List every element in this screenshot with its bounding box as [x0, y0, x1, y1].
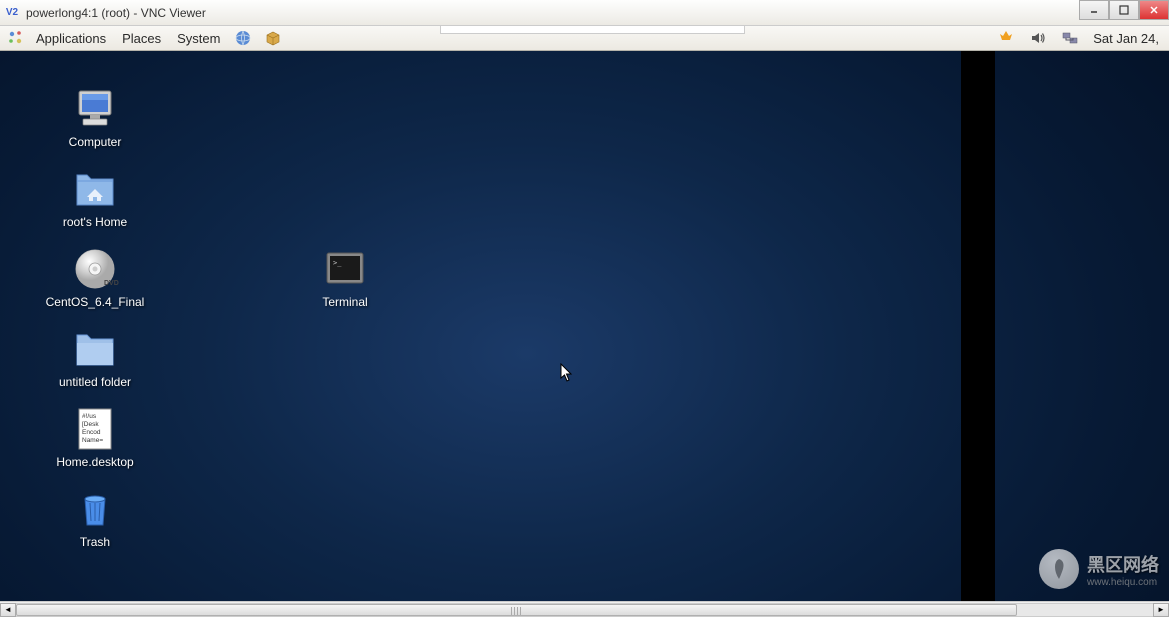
desktop-icon-home-desktop[interactable]: #!/us [Desk Encod Name= Home.desktop	[40, 401, 150, 473]
icon-label: Computer	[69, 135, 122, 149]
home-folder-icon	[71, 165, 119, 213]
dvd-icon: DVD	[71, 245, 119, 293]
black-strip	[961, 51, 995, 601]
svg-text:[Desk: [Desk	[82, 421, 99, 428]
applications-menu[interactable]: Applications	[30, 28, 112, 49]
desktop-icon-terminal[interactable]: >_ Terminal	[290, 241, 400, 313]
svg-text:>_: >_	[333, 259, 342, 267]
gnome-foot-icon[interactable]	[6, 28, 26, 48]
icon-label: CentOS_6.4_Final	[46, 295, 145, 309]
scroll-thumb[interactable]	[16, 604, 1017, 616]
system-menu[interactable]: System	[171, 28, 226, 49]
computer-icon	[71, 85, 119, 133]
watermark-url: www.heiqu.com	[1087, 577, 1159, 588]
desktop-icon-computer[interactable]: Computer	[40, 81, 150, 153]
horizontal-scrollbar[interactable]: ◄ ►	[0, 601, 1169, 617]
icon-label: root's Home	[63, 215, 127, 229]
svg-text:Name=: Name=	[82, 437, 103, 444]
desktop-icon-trash[interactable]: Trash	[40, 481, 150, 553]
places-menu[interactable]: Places	[116, 28, 167, 49]
trash-icon	[71, 485, 119, 533]
close-button[interactable]	[1139, 0, 1169, 20]
browser-launcher-icon[interactable]	[232, 27, 254, 49]
watermark-text: 黑区网络	[1087, 551, 1159, 577]
icon-label: Terminal	[322, 295, 367, 309]
window-title: powerlong4:1 (root) - VNC Viewer	[26, 6, 206, 20]
terminal-icon: >_	[321, 245, 369, 293]
scroll-left-button[interactable]: ◄	[0, 603, 16, 617]
svg-text:#!/us: #!/us	[82, 413, 97, 420]
package-icon[interactable]	[262, 27, 284, 49]
svg-text:Encod: Encod	[82, 429, 101, 436]
panel-spacer	[440, 26, 745, 34]
watermark: 黑区网络 www.heiqu.com	[1039, 549, 1159, 589]
icon-label: Home.desktop	[56, 455, 133, 469]
gnome-top-panel: Applications Places System	[0, 26, 1169, 51]
mouse-cursor-icon	[560, 363, 576, 383]
vnc-title-bar: V2 powerlong4:1 (root) - VNC Viewer	[0, 0, 1169, 26]
desktop-icon-centos[interactable]: DVD CentOS_6.4_Final	[40, 241, 150, 313]
sound-icon[interactable]	[1027, 27, 1049, 49]
icon-label: Trash	[80, 535, 110, 549]
scroll-track[interactable]	[16, 603, 1153, 617]
update-notifier-icon[interactable]	[995, 27, 1017, 49]
desktop-background[interactable]: Computer root's Home	[0, 51, 1169, 601]
minimize-button[interactable]	[1079, 0, 1109, 20]
icon-label: untitled folder	[59, 375, 131, 389]
desktop-icon-roots-home[interactable]: root's Home	[40, 161, 150, 233]
maximize-button[interactable]	[1109, 0, 1139, 20]
panel-clock[interactable]: Sat Jan 24,	[1089, 31, 1163, 46]
folder-icon	[71, 325, 119, 373]
svg-text:DVD: DVD	[104, 280, 119, 287]
scroll-right-button[interactable]: ►	[1153, 603, 1169, 617]
text-file-icon: #!/us [Desk Encod Name=	[71, 405, 119, 453]
vnc-logo-icon: V2	[4, 5, 20, 21]
desktop-icon-untitled-folder[interactable]: untitled folder	[40, 321, 150, 393]
network-icon[interactable]	[1059, 27, 1081, 49]
watermark-logo-icon	[1039, 549, 1079, 589]
